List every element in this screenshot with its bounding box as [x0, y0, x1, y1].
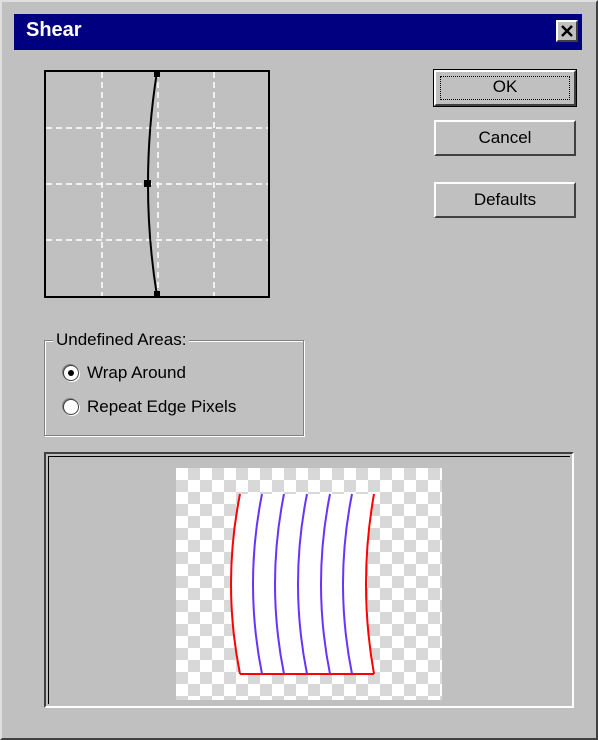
sheared-preview-image — [230, 493, 375, 675]
